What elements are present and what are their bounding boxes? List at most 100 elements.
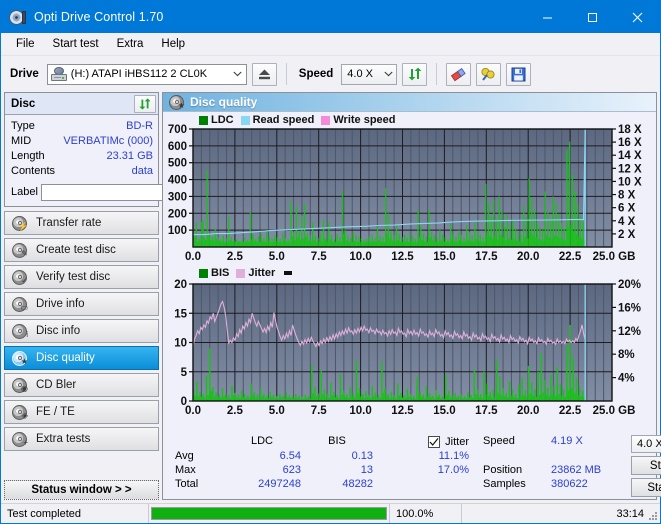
- speed-select-value: 4.0 X: [347, 68, 373, 80]
- menu-extra[interactable]: Extra: [108, 35, 153, 53]
- drive-select[interactable]: (H:) ATAPI iHBS112 2 CL0K: [46, 63, 247, 85]
- sidebar-item-fe-te[interactable]: ◈ FE / TE: [4, 400, 159, 424]
- stats-jitter-col: Jitter 11.1% 17.0%: [373, 435, 473, 497]
- sidebar-item-disc-quality[interactable]: ★ Disc quality: [4, 346, 159, 370]
- disc-type-value: BD-R: [126, 120, 153, 132]
- speed-select[interactable]: 4.0 X: [341, 63, 398, 85]
- sidebar-item-verify-test-disc[interactable]: ✓ Verify test disc: [4, 265, 159, 289]
- legend-label: Jitter: [248, 267, 276, 279]
- svg-text:22.5: 22.5: [559, 251, 582, 263]
- svg-text:8%: 8%: [618, 349, 635, 361]
- erase-button[interactable]: [446, 62, 472, 86]
- refresh-icon: [408, 67, 422, 81]
- stats-jitter-total: [373, 477, 473, 491]
- disc-info-box: Disc Type BD-R MID VERBATIMc (000) Lengt…: [4, 92, 248, 207]
- legend-item-bis: BIS: [199, 267, 229, 279]
- app-window: Opti Drive Control 1.70 File Start test …: [0, 0, 661, 524]
- sidebar-item-label: Disc info: [36, 325, 81, 337]
- legend-item-write-speed: Write speed: [321, 114, 396, 126]
- sidebar-item-drive-info[interactable]: ▭ Drive info: [4, 292, 159, 316]
- stats-corner: [167, 435, 223, 449]
- progress-container: [149, 504, 389, 523]
- legend-marker: [282, 271, 293, 275]
- stats-speed-label: Speed: [483, 435, 515, 447]
- disc-row-type: Type BD-R: [11, 119, 153, 134]
- stats-samples-label: Samples: [483, 478, 526, 490]
- legend-item-jitter: Jitter: [236, 267, 275, 279]
- svg-text:15.0: 15.0: [433, 251, 455, 263]
- svg-text:100: 100: [168, 225, 187, 237]
- disc-label-label: Label: [11, 186, 38, 198]
- svg-text:14 X: 14 X: [618, 150, 642, 162]
- close-button[interactable]: [615, 1, 660, 33]
- svg-text:5: 5: [181, 367, 188, 379]
- sidebar-item-extra-tests[interactable]: + Extra tests: [4, 427, 159, 451]
- svg-text:12.5: 12.5: [391, 405, 414, 417]
- tools-button[interactable]: [476, 62, 502, 86]
- svg-text:2.5: 2.5: [227, 251, 244, 263]
- menu-help[interactable]: Help: [152, 35, 194, 53]
- stats-bis-max: 13: [360, 464, 373, 476]
- svg-text:20: 20: [174, 279, 187, 291]
- legend-label: Write speed: [333, 114, 396, 126]
- sidebar-item-label: Disc quality: [36, 352, 95, 364]
- disc-row-contents: Contents data: [11, 164, 153, 179]
- sidebar-item-label: CD Bler: [36, 379, 77, 391]
- start-full-button[interactable]: Start full: [631, 456, 661, 475]
- svg-text:18 X: 18 X: [618, 124, 642, 136]
- chevron-down-icon: [380, 71, 396, 77]
- eject-button[interactable]: [251, 62, 277, 86]
- disc-extra-icon: +: [12, 431, 28, 447]
- svg-text:5.0: 5.0: [269, 251, 285, 263]
- svg-text:25.0 GB: 25.0 GB: [593, 405, 636, 417]
- legend-label: BIS: [211, 267, 230, 279]
- refresh-icon: [139, 97, 151, 110]
- svg-text:20%: 20%: [618, 279, 641, 291]
- stats-blank-2: [551, 449, 631, 463]
- refresh-button[interactable]: [402, 62, 428, 86]
- sidebar-item-cd-bler[interactable]: ◉ CD Bler: [4, 373, 159, 397]
- disc-bler-icon: ◉: [12, 377, 28, 393]
- speed-label: Speed: [298, 68, 334, 80]
- sidebar-item-label: Drive info: [36, 298, 85, 310]
- stats-samples-value: 380622: [551, 478, 588, 490]
- stats-actions: 4.0 X Start full Start part: [631, 435, 661, 497]
- jitter-checkbox[interactable]: [428, 436, 441, 448]
- stats-jitter-max: 17.0%: [437, 464, 469, 476]
- svg-text:25.0 GB: 25.0 GB: [593, 251, 636, 263]
- disc-mid-value: VERBATIMc (000): [63, 135, 153, 147]
- disc-contents-value: data: [131, 165, 153, 177]
- svg-text:7.5: 7.5: [311, 251, 328, 263]
- legend-item-read-speed: Read speed: [240, 114, 314, 126]
- legend-swatch: [199, 268, 208, 278]
- maximize-button[interactable]: [570, 1, 615, 33]
- minimize-button[interactable]: [525, 1, 570, 33]
- menu-file[interactable]: File: [7, 35, 44, 53]
- disc-drive-icon: ▭: [12, 296, 28, 312]
- sidebar-item-label: Create test disc: [36, 244, 116, 256]
- disc-refresh-button[interactable]: [134, 94, 156, 113]
- status-window-button[interactable]: Status window > >: [4, 480, 159, 500]
- test-speed-select[interactable]: 4.0 X: [631, 435, 661, 453]
- menu-start-test[interactable]: Start test: [44, 35, 108, 53]
- save-button[interactable]: [506, 62, 532, 86]
- sidebar-item-transfer-rate[interactable]: ⚡ Transfer rate: [4, 211, 159, 235]
- svg-text:4%: 4%: [618, 373, 635, 385]
- legend-swatch: [199, 115, 208, 125]
- eraser-icon: [451, 67, 466, 81]
- svg-text:400: 400: [168, 175, 187, 187]
- legend-label: LDC: [211, 114, 234, 126]
- stats-area: Avg Max Total LDC 6.54 623 2497248 BIS 0…: [163, 431, 661, 499]
- sidebar-item-disc-info[interactable]: i Disc info: [4, 319, 159, 343]
- start-part-button[interactable]: Start part: [631, 478, 661, 497]
- legend-swatch: [236, 268, 246, 278]
- svg-text:7.5: 7.5: [311, 405, 328, 417]
- disc-contents-label: Contents: [11, 165, 56, 177]
- svg-text:5.0: 5.0: [269, 405, 285, 417]
- sidebar-item-create-test-disc[interactable]: ✎ Create test disc: [4, 238, 159, 262]
- stats-ldc-max: 623: [282, 464, 301, 476]
- svg-text:17.5: 17.5: [475, 405, 498, 417]
- chart-bis-jitter: BIS Jitter 0 5 10 15 20 4% 8% 12% 16% 20% 0.0 2.5 5.…: [163, 267, 656, 422]
- stats-ldc-avg: 6.54: [279, 450, 301, 462]
- svg-text:10.0: 10.0: [349, 251, 371, 263]
